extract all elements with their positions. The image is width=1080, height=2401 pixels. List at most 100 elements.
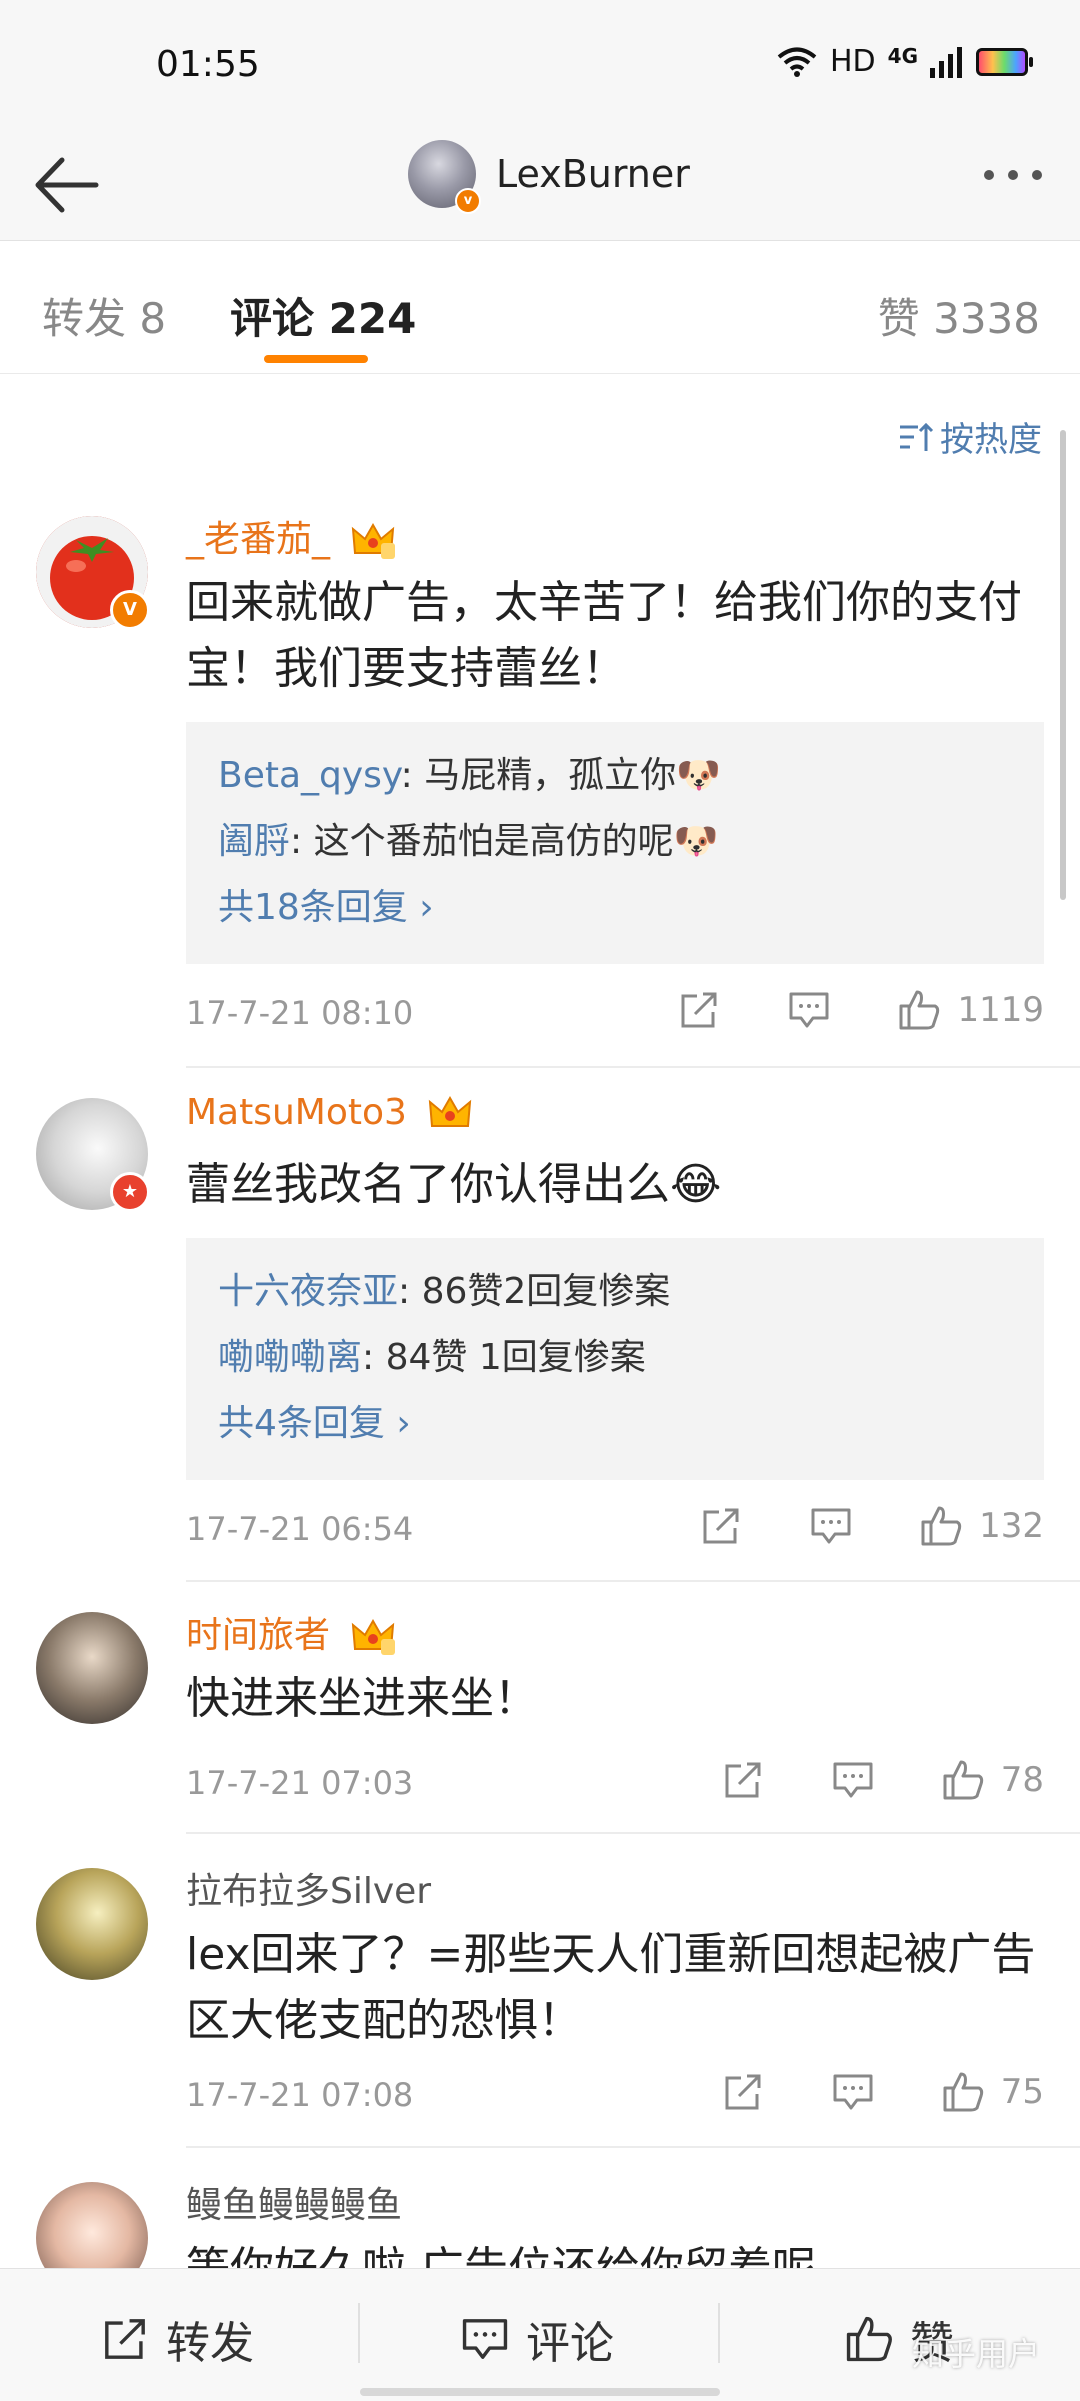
comment-actions: 75 [655,2070,1044,2114]
user-avatar[interactable] [36,2182,148,2268]
comment-text: 等你好久啦 广告位还给你留着呢 [186,2236,1046,2268]
comment-text-line: 宝！我们要支持蕾丝！ [186,643,626,694]
username-text: 鳗鱼鳗鳗鳗鱼 [186,2185,403,2226]
view-all-replies-link[interactable]: 共4条回复 › [218,1394,411,1446]
status-time: 01:55 [156,44,260,85]
sort-label: 按热度 [940,420,1042,460]
view-all-replies-label: 共4条回复 [218,1403,385,1444]
reply-preview-box[interactable]: 十六夜奈亚: 86赞2回复惨案 嘞嘞嘞离: 84赞 1回复惨案 共4条回复 › [186,1238,1044,1480]
comment-timestamp: 17-7-21 06:54 [186,1510,414,1548]
reply-item[interactable]: 嘞嘞嘞离: 84赞 1回复惨案 [218,1328,646,1380]
comment-actions: 1119 [611,988,1044,1032]
comment-text-line: 回来就做广告，太辛苦了！给我们你的支付 [186,577,1022,628]
vip-crown-icon [352,522,396,559]
repost-button[interactable]: 转发 [100,2307,254,2371]
sort-icon [900,422,934,451]
comment-timestamp: 17-7-21 07:08 [186,2076,414,2114]
comment-actions: 78 [655,1758,1044,1802]
reply-item[interactable]: 阖脟: 这个番茄怕是高仿的呢🐶 [218,812,718,864]
comment-icon[interactable] [831,2070,875,2114]
reply-text: : 这个番茄怕是高仿的呢🐶 [290,821,719,862]
comment-timestamp: 17-7-21 07:03 [186,1764,414,1802]
share-icon[interactable] [721,2070,765,2114]
like-icon[interactable] [941,2070,985,2114]
comment-username[interactable]: 鳗鱼鳗鳗鳗鱼 [186,2176,402,2228]
comment-icon[interactable] [831,1758,875,1802]
tab-bar: 转发 8 评论 224 赞 3338 [0,241,1080,374]
share-icon[interactable] [677,988,721,1032]
user-avatar[interactable] [36,1612,148,1724]
repost-label: 转发 [166,2318,254,2369]
divider [186,1066,1080,1068]
comment-text-line: 快进来坐进来坐！ [186,1673,538,1724]
chevron-right-icon: › [419,887,434,928]
divider [718,2303,720,2363]
active-tab-indicator [264,355,368,363]
like-icon [846,2316,892,2362]
vip-crown-icon [352,1618,396,1655]
comment-timestamp: 17-7-21 08:10 [186,994,414,1032]
user-avatar[interactable] [36,1868,148,1980]
reply-item[interactable]: 十六夜奈亚: 86赞2回复惨案 [218,1262,670,1314]
reply-username[interactable]: 嘞嘞嘞离 [218,1337,362,1378]
sort-by-hot-button[interactable]: 按热度 [898,412,1042,461]
reply-username[interactable]: 阖脟 [218,821,290,862]
scrollbar[interactable] [1060,430,1066,900]
bottom-action-bar: 转发 评论 赞 知乎用户 [0,2268,1080,2401]
comment-actions: 132 [633,1504,1044,1548]
view-all-replies-label: 共18条回复 [218,887,408,928]
more-options-icon[interactable] [984,170,1042,180]
chevron-right-icon: › [396,1403,411,1444]
username-text: 时间旅者 [186,1615,331,1656]
reply-text: : 马屁精，孤立你🐶 [400,755,722,796]
username-text: 拉布拉多Silver [186,1871,432,1912]
tab-comments[interactable]: 评论 224 [230,285,416,346]
divider [186,1832,1080,1834]
share-icon[interactable] [721,1758,765,1802]
divider [358,2303,360,2363]
like-icon[interactable] [919,1504,963,1548]
divider [186,2146,1080,2148]
watermark: 知乎用户 [911,2335,1040,2373]
wifi-icon [777,47,817,77]
tab-likes[interactable]: 赞 3338 [878,285,1040,346]
comment-text: 蕾丝我改名了你认得出么😂 [186,1152,1046,1218]
repost-icon [105,2319,145,2359]
comment-text-line: 等你好久啦 广告位还给你留着呢 [186,2236,1046,2268]
divider [186,1580,1080,1582]
comment-username[interactable]: 拉布拉多Silver [186,1862,431,1914]
share-icon[interactable] [699,1504,743,1548]
page-title[interactable]: LexBurner [496,152,690,196]
comment-icon[interactable] [809,1504,853,1548]
reply-preview-box[interactable]: Beta_qysy: 马屁精，孤立你🐶 阖脟: 这个番茄怕是高仿的呢🐶 共18条… [186,722,1044,964]
status-bar: 01:55 HD 4G [0,0,1080,130]
view-all-replies-link[interactable]: 共18条回复 › [218,878,434,930]
network-label: 4G [887,43,918,68]
like-icon[interactable] [941,1758,985,1802]
tab-reposts[interactable]: 转发 8 [42,285,166,346]
back-arrow-icon[interactable] [30,150,100,220]
like-icon[interactable] [897,988,941,1032]
comment-icon [462,2319,508,2359]
comment-username[interactable]: _老番茄_ [186,510,396,562]
comment-button[interactable]: 评论 [460,2307,614,2371]
reply-item[interactable]: Beta_qysy: 马屁精，孤立你🐶 [218,746,721,798]
comment-text: lex回来了？=那些天人们重新回想起被广告 区大佬支配的恐惧！ [186,1922,1046,2054]
comment-text-line: lex回来了？=那些天人们重新回想起被广告 [186,1929,1036,1980]
comment-username[interactable]: MatsuMoto3 [186,1092,472,1134]
signal-icon [930,46,962,78]
like-count: 1119 [957,990,1044,1030]
comment-username[interactable]: 时间旅者 [186,1606,396,1658]
home-indicator[interactable] [360,2388,720,2396]
comment-icon[interactable] [787,988,831,1032]
hd-label: HD [829,44,876,79]
reply-username[interactable]: Beta_qysy [218,755,401,796]
comment-text-line: 蕾丝我改名了你认得出么😂 [186,1159,722,1210]
member-star-badge-icon: ★ [110,1172,150,1212]
reply-username[interactable]: 十六夜奈亚 [218,1271,398,1312]
vip-crown-icon [429,1095,472,1127]
comment-text: 快进来坐进来坐！ [186,1666,1046,1732]
comment-text: 回来就做广告，太辛苦了！给我们你的支付 宝！我们要支持蕾丝！ [186,570,1046,702]
battery-icon [976,47,1033,76]
verified-badge-icon: V [110,590,150,630]
